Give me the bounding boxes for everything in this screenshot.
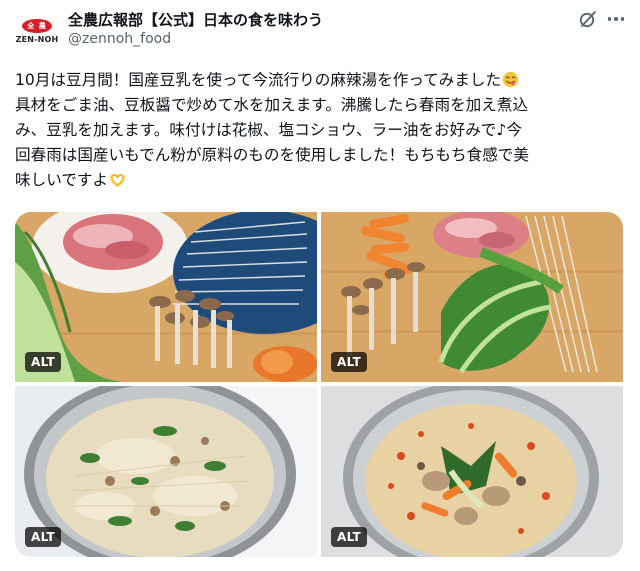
finished-mala-soup-photo[interactable]: ALT: [321, 386, 623, 557]
post-line-text: 具材をごま油、豆板醤で炒めて水を加えます。沸騰したら春雨を加え煮込: [15, 96, 529, 114]
handle[interactable]: @zennoh_food: [68, 31, 171, 47]
cut-ingredients-photo[interactable]: ALT: [321, 212, 623, 382]
post-line: み、豆乳を加えます。味付けは花椒、塩コショウ、ラー油をお好みで♪今: [15, 118, 627, 143]
heart-hands-emoji: [110, 174, 125, 187]
display-name[interactable]: 全農広報部【公式】日本の食を味わう: [68, 9, 323, 30]
post-line-text: み、豆乳を加えます。味付けは花椒、塩コショウ、ラー油をお好みで♪今: [15, 121, 522, 139]
soup-cooking-photo[interactable]: ALT: [15, 386, 317, 557]
raw-ingredients-photo[interactable]: ALT: [15, 212, 317, 382]
avatar-brand: ZEN-NOH: [15, 34, 59, 44]
post-line: 味しいですよ: [15, 168, 627, 193]
alt-badge[interactable]: ALT: [331, 527, 368, 547]
media-grid: ALT ALT ALT ALT: [15, 212, 623, 557]
yum-face-emoji: [502, 71, 519, 88]
post-line: 具材をごま油、豆板醤で炒めて水を加えます。沸騰したら春雨を加え煮込: [15, 93, 627, 118]
alt-badge[interactable]: ALT: [25, 527, 62, 547]
tweet: 全 農 ZEN-NOH 全農広報部【公式】日本の食を味わう @zennoh_fo…: [0, 0, 640, 571]
avatar-badge: 全 農: [22, 18, 52, 33]
grok-icon[interactable]: [578, 9, 598, 29]
alt-badge[interactable]: ALT: [25, 352, 62, 372]
post-text: 10月は豆月間！国産豆乳を使って今流行りの麻辣湯を作ってみました 具材をごま油、…: [15, 68, 627, 193]
more-icon[interactable]: [605, 9, 627, 29]
post-line-text: 回春雨は国産いもでん粉が原料のものを使用しました！もちもち食感で美: [15, 146, 529, 164]
post-line: 10月は豆月間！国産豆乳を使って今流行りの麻辣湯を作ってみました: [15, 68, 627, 93]
post-line-text: 味しいですよ: [15, 171, 109, 189]
post-line: 回春雨は国産いもでん粉が原料のものを使用しました！もちもち食感で美: [15, 143, 627, 168]
avatar[interactable]: 全 農 ZEN-NOH: [14, 8, 60, 54]
post-line-text: 10月は豆月間！国産豆乳を使って今流行りの麻辣湯を作ってみました: [15, 71, 502, 89]
alt-badge[interactable]: ALT: [331, 352, 368, 372]
